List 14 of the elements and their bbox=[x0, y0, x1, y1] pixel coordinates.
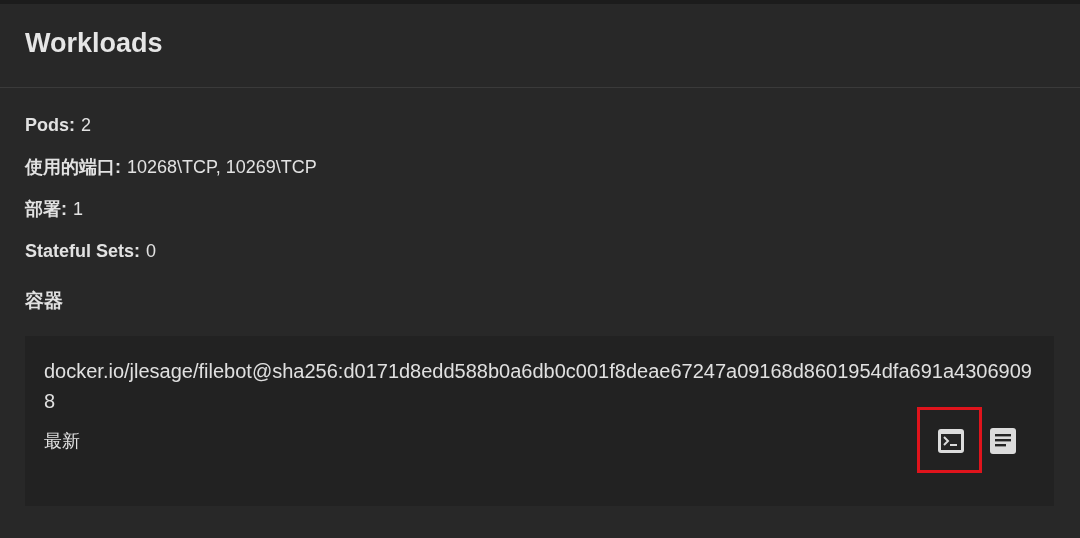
detail-label: 部署: bbox=[25, 198, 67, 221]
detail-value: 1 bbox=[73, 198, 83, 220]
detail-label: 使用的端口: bbox=[25, 156, 121, 179]
detail-value: 2 bbox=[81, 114, 92, 136]
image-tag: 最新 bbox=[44, 429, 80, 453]
terminal-icon bbox=[936, 426, 966, 456]
detail-value: 0 bbox=[146, 240, 157, 262]
detail-label: Stateful Sets: bbox=[25, 240, 141, 262]
document-icon bbox=[988, 426, 1018, 456]
detail-label: Pods: bbox=[25, 114, 75, 136]
section-heading: 容器 bbox=[25, 289, 64, 313]
image-name: docker.io/jlesage/filebot@sha256:d0171d8edd588b0a6db0c001f8deae67247a09168d8601954dfa691a43069098 bbox=[44, 359, 1033, 414]
panel-title: Workloads bbox=[25, 28, 163, 59]
detail-value: 10268\TCP, 10269\TCP bbox=[127, 156, 317, 178]
